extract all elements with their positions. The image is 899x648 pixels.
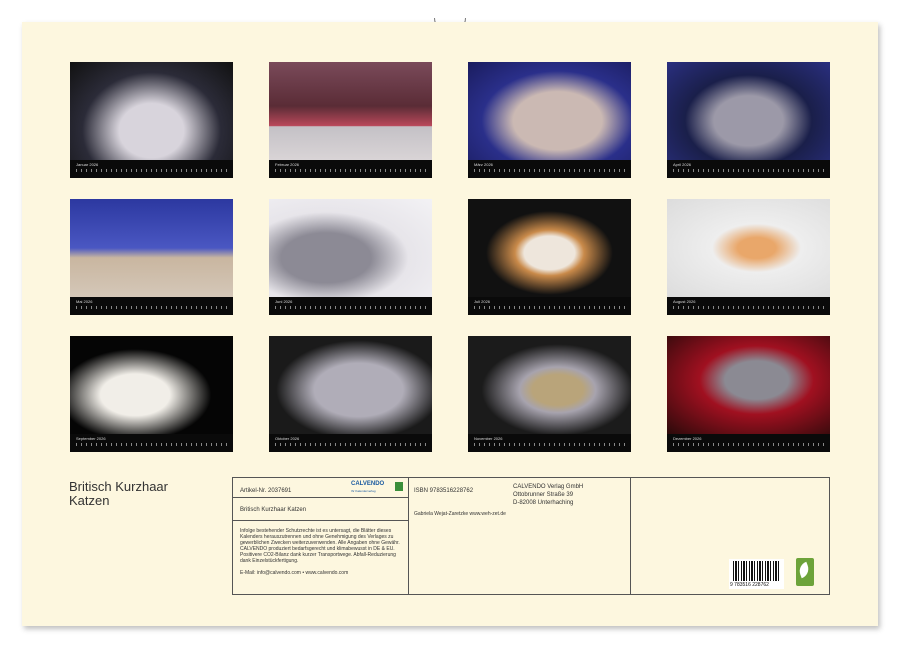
calendar-strip: Juni 2026 xyxy=(269,297,432,315)
day-grid xyxy=(474,169,625,172)
legal-text: Infolge bestehender Schutzrechte ist es … xyxy=(240,528,400,564)
publisher-line-2: Ottobrunner Straße 39 xyxy=(513,492,574,498)
month-tile: Februar 2026 xyxy=(269,62,432,178)
contact-line: E-Mail: info@calvendo.com • www.calvendo… xyxy=(240,570,349,576)
cat-photo xyxy=(468,336,631,434)
month-tile: Juni 2026 xyxy=(269,199,432,315)
month-label: November 2026 xyxy=(474,436,503,441)
month-label: Mai 2026 xyxy=(76,299,93,304)
month-label: Oktober 2026 xyxy=(275,436,300,441)
calendar-strip: Januar 2026 xyxy=(70,160,233,178)
month-tile: April 2026 xyxy=(667,62,830,178)
month-label: September 2026 xyxy=(76,436,106,441)
day-grid xyxy=(673,169,824,172)
cat-photo xyxy=(269,199,432,297)
month-tile: Mai 2026 xyxy=(70,199,233,315)
day-grid xyxy=(673,443,824,446)
day-grid xyxy=(76,443,227,446)
day-grid xyxy=(275,169,426,172)
month-label: Februar 2026 xyxy=(275,162,300,167)
cat-photo xyxy=(468,62,631,160)
eco-badge-icon xyxy=(796,558,814,586)
day-grid xyxy=(275,306,426,309)
publisher-line-1: CALVENDO Verlag GmbH xyxy=(513,484,584,490)
month-tile: November 2026 xyxy=(468,336,631,452)
barcode: 9 783516 228762 xyxy=(729,559,784,589)
calendar-strip: August 2026 xyxy=(667,297,830,315)
cat-photo xyxy=(70,336,233,434)
day-grid xyxy=(474,443,625,446)
cat-photo xyxy=(468,199,631,297)
day-grid xyxy=(673,306,824,309)
cat-photo xyxy=(269,62,432,160)
month-tile: September 2026 xyxy=(70,336,233,452)
cat-photo xyxy=(269,336,432,434)
month-tile: Oktober 2026 xyxy=(269,336,432,452)
author-line: Gabriela Wejat-Zaretzke www.weh-zet.de xyxy=(414,511,506,517)
day-grid xyxy=(474,306,625,309)
isbn: ISBN 9783516228762 xyxy=(414,488,474,494)
calendar-strip: Februar 2026 xyxy=(269,160,432,178)
day-grid xyxy=(76,306,227,309)
month-tile: März 2026 xyxy=(468,62,631,178)
cat-photo xyxy=(667,199,830,297)
calvendo-logo: CALVENDO Ihr Kalenderverlag xyxy=(351,481,403,495)
month-label: Juni 2026 xyxy=(275,299,293,304)
calendar-strip: Juli 2026 xyxy=(468,297,631,315)
day-grid xyxy=(275,443,426,446)
month-label: Juli 2026 xyxy=(474,299,491,304)
calendar-strip: Mai 2026 xyxy=(70,297,233,315)
info-box: Artikel-Nr. 2037691 CALVENDO Ihr Kalende… xyxy=(232,477,830,595)
month-label: März 2026 xyxy=(474,162,493,167)
month-tile: Januar 2026 xyxy=(70,62,233,178)
product-title: Britisch Kurzhaar Katzen xyxy=(240,507,307,513)
calendar-strip: Oktober 2026 xyxy=(269,434,432,452)
calendar-strip: April 2026 xyxy=(667,160,830,178)
cat-photo xyxy=(70,62,233,160)
month-tile: August 2026 xyxy=(667,199,830,315)
calendar-strip: März 2026 xyxy=(468,160,631,178)
cat-photo xyxy=(667,336,830,434)
month-label: Dezember 2026 xyxy=(673,436,702,441)
month-label: Januar 2026 xyxy=(76,162,99,167)
article-number: Artikel-Nr. 2037691 xyxy=(240,488,292,494)
month-tile: Juli 2026 xyxy=(468,199,631,315)
calendar-strip: Dezember 2026 xyxy=(667,434,830,452)
calendar-strip: November 2026 xyxy=(468,434,631,452)
month-label: April 2026 xyxy=(673,162,692,167)
calendar-strip: September 2026 xyxy=(70,434,233,452)
publisher-line-3: D-82008 Unterhaching xyxy=(513,500,574,506)
month-label: August 2026 xyxy=(673,299,696,304)
cat-photo xyxy=(70,199,233,297)
month-tile: Dezember 2026 xyxy=(667,336,830,452)
calendar-title: Britisch Kurzhaar Katzen xyxy=(69,479,168,508)
cat-photo xyxy=(667,62,830,160)
day-grid xyxy=(76,169,227,172)
